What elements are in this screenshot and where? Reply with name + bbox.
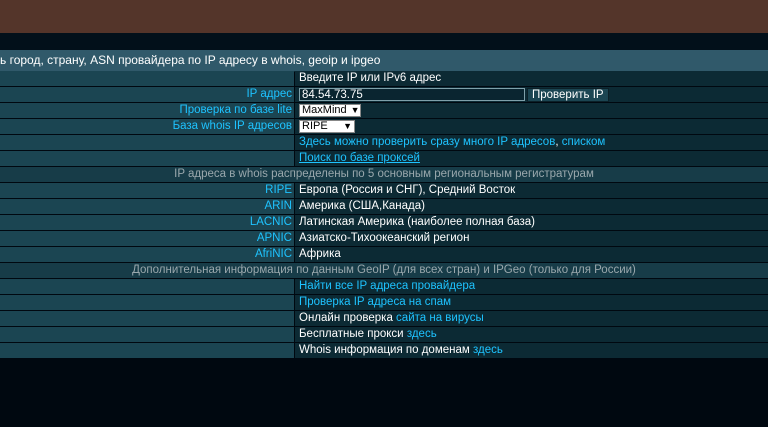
empty-cell <box>0 327 294 342</box>
table-row: AfriNIC Африка <box>0 247 768 262</box>
registry-desc: Латинская Америка (наиболее полная база) <box>295 215 768 230</box>
registry-link-apnic[interactable]: APNIC <box>0 231 294 246</box>
many-ip-link[interactable]: много IP адресов <box>463 135 555 150</box>
find-all-cell: Найти все IP адреса провайдера <box>295 279 768 294</box>
table-row: Поиск по базе проксей <box>0 151 768 166</box>
lite-db-select-value: MaxMind <box>302 104 347 116</box>
ip-label: IP адрес <box>0 87 294 102</box>
empty-cell <box>0 343 294 358</box>
many-ip-sep: , <box>555 136 559 148</box>
registries-heading: IP адреса в whois распределены по 5 осно… <box>0 167 768 182</box>
many-ip-list-link[interactable]: списком <box>562 135 606 150</box>
table-row: Бесплатные прокси здесь <box>0 327 768 342</box>
table-row: Дополнительная информация по данным GeoI… <box>0 263 768 278</box>
registry-link-afrinic[interactable]: AfriNIC <box>0 247 294 262</box>
table-row: Проверка по базе lite MaxMind ▼ <box>0 103 768 118</box>
proxy-search-cell: Поиск по базе проксей <box>295 151 768 166</box>
whois-label: База whois IP адресов <box>0 119 294 134</box>
domain-whois-link[interactable]: Whois информация по доменам <box>299 343 470 358</box>
find-all-ip-link[interactable]: Найти все IP адреса провайдера <box>299 279 475 294</box>
page-footer-area <box>0 367 768 427</box>
table-row: Онлайн проверка сайта на вирусы <box>0 311 768 326</box>
page-title: ь город, страну, ASN провайдера по IP ад… <box>0 50 768 72</box>
virus-check-link[interactable]: Онлайн проверка <box>299 311 393 326</box>
empty-cell <box>0 135 294 150</box>
top-banner <box>0 0 768 33</box>
free-proxy-here-link[interactable]: здесь <box>407 327 437 342</box>
whois-db-select-value: RIPE <box>302 120 328 132</box>
domain-whois-here-link[interactable]: здесь <box>473 343 503 358</box>
extra-heading: Дополнительная информация по данным GeoI… <box>0 263 768 278</box>
empty-cell <box>0 295 294 310</box>
many-ip-text: можно проверить сразу <box>334 136 460 148</box>
empty-cell <box>0 71 294 86</box>
table-row: RIPE Европа (Россия и СНГ), Средний Вост… <box>0 183 768 198</box>
ip-input[interactable] <box>299 88 525 101</box>
empty-cell <box>0 279 294 294</box>
virus-site-link[interactable]: сайта на вирусы <box>396 311 484 326</box>
registry-desc: Европа (Россия и СНГ), Средний Восток <box>295 183 768 198</box>
table-row: База whois IP адресов RIPE ▼ <box>0 119 768 134</box>
spam-cell: Проверка IP адреса на спам <box>295 295 768 310</box>
empty-cell <box>0 151 294 166</box>
registry-link-ripe[interactable]: RIPE <box>0 183 294 198</box>
registry-desc: Америка (США,Канада) <box>295 199 768 214</box>
spam-check-link[interactable]: Проверка IP адреса на спам <box>299 295 451 310</box>
lite-db-select[interactable]: MaxMind ▼ <box>299 104 361 117</box>
top-spacer <box>0 33 768 50</box>
registry-desc: Африка <box>295 247 768 262</box>
proxy-search-link[interactable]: Поиск по базе проксей <box>299 151 420 166</box>
lookup-table: Введите IP или IPv6 адрес IP адрес Прове… <box>0 71 768 359</box>
free-proxy-link[interactable]: Бесплатные прокси <box>299 327 404 342</box>
table-row: IP адреса в whois распределены по 5 осно… <box>0 167 768 182</box>
many-ip-here-link[interactable]: Здесь <box>299 135 331 150</box>
table-row: Здесь можно проверить сразу много IP адр… <box>0 135 768 150</box>
check-ip-button[interactable]: Проверить IP <box>527 87 609 102</box>
registry-link-arin[interactable]: ARIN <box>0 199 294 214</box>
lite-label: Проверка по базе lite <box>0 103 294 118</box>
whois-db-select[interactable]: RIPE ▼ <box>299 120 355 133</box>
domain-whois-cell: Whois информация по доменам здесь <box>295 343 768 358</box>
table-row: ARIN Америка (США,Канада) <box>0 199 768 214</box>
empty-cell <box>0 311 294 326</box>
whois-cell: RIPE ▼ <box>295 119 768 134</box>
table-row: IP адрес Проверить IP <box>0 87 768 102</box>
ip-input-cell: Проверить IP <box>295 87 768 102</box>
ip-prompt: Введите IP или IPv6 адрес <box>295 71 768 86</box>
many-ip-cell: Здесь можно проверить сразу много IP адр… <box>295 135 768 150</box>
registry-desc: Азиатско-Тихоокеанский регион <box>295 231 768 246</box>
table-row: Проверка IP адреса на спам <box>0 295 768 310</box>
free-proxy-cell: Бесплатные прокси здесь <box>295 327 768 342</box>
registry-link-lacnic[interactable]: LACNIC <box>0 215 294 230</box>
table-row: Введите IP или IPv6 адрес <box>0 71 768 86</box>
virus-cell: Онлайн проверка сайта на вирусы <box>295 311 768 326</box>
table-row: Найти все IP адреса провайдера <box>0 279 768 294</box>
table-row: APNIC Азиатско-Тихоокеанский регион <box>0 231 768 246</box>
chevron-down-icon: ▼ <box>343 121 352 131</box>
chevron-down-icon: ▼ <box>350 105 360 115</box>
table-row: LACNIC Латинская Америка (наиболее полна… <box>0 215 768 230</box>
lite-cell: MaxMind ▼ <box>295 103 768 118</box>
table-row: Whois информация по доменам здесь <box>0 343 768 358</box>
